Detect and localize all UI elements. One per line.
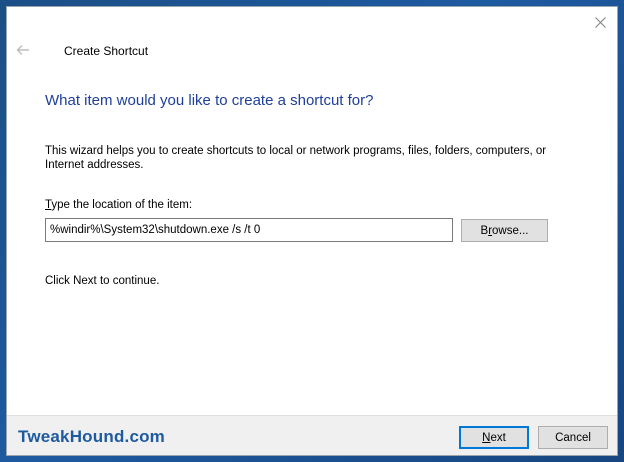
close-icon [594,16,606,28]
continue-instruction: Click Next to continue. [45,275,160,287]
browse-label-prefix: B [480,224,489,237]
browse-button[interactable]: Br owse... [461,219,548,242]
back-button[interactable] [13,41,33,59]
next-label-rest: ext [490,431,506,444]
close-button[interactable] [589,11,611,33]
create-shortcut-dialog: Create Shortcut What item would you like… [6,6,618,456]
page-heading: What item would you like to create a sho… [45,92,374,109]
next-button[interactable]: Next [459,426,529,449]
watermark-text: TweakHound.com [18,427,166,446]
window-title: Create Shortcut [64,44,149,58]
location-label-text: ype the location of the item: [51,199,193,211]
dialog-footer: TweakHound.com Next Cancel [7,415,617,455]
location-label: Type the location of the item: [45,199,192,211]
location-input[interactable] [45,218,453,242]
wizard-description: This wizard helps you to create shortcut… [45,145,547,171]
cancel-button[interactable]: Cancel [538,426,608,449]
browse-label-rest: owse... [492,224,529,237]
next-label-mnemonic: N [482,431,491,444]
back-arrow-icon [16,45,29,55]
